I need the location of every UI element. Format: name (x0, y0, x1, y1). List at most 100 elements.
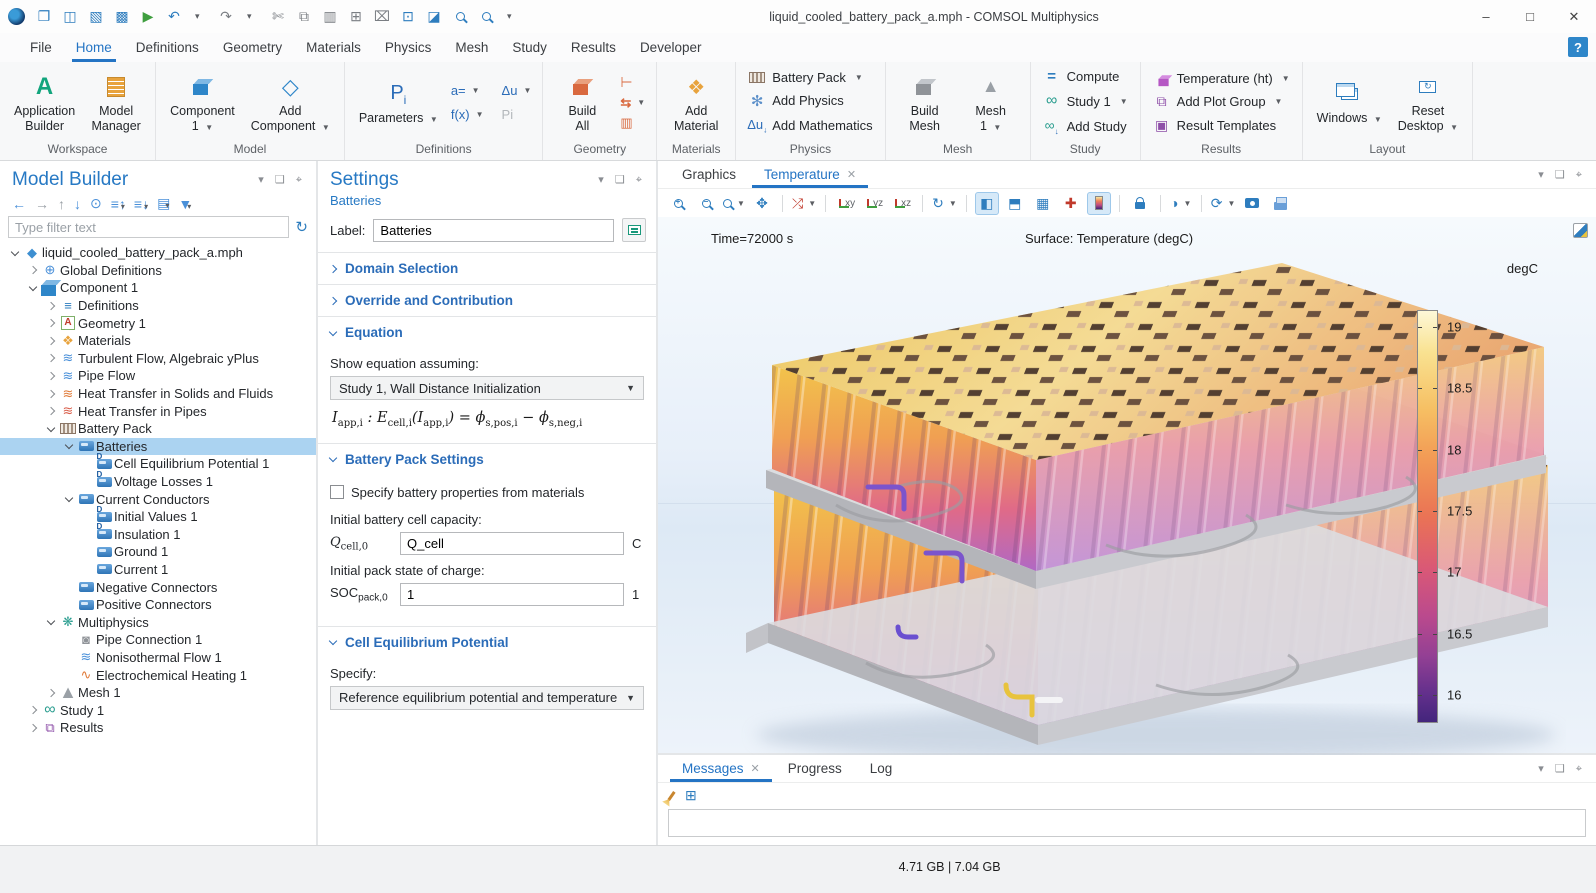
expander-closed[interactable] (26, 725, 40, 731)
find-button[interactable] (448, 5, 472, 29)
snapshot-camera-button[interactable] (1240, 192, 1264, 215)
zoom-in-button[interactable]: + (666, 192, 690, 215)
ribbon-small-a-eq[interactable]: a=▼ (448, 82, 487, 99)
show-eye-icon[interactable]: ⊙ (90, 195, 102, 212)
toolbar-overflow-button[interactable]: ▾ (500, 5, 524, 29)
tree-node-pipe-connection-1[interactable]: ◙Pipe Connection 1 (0, 631, 316, 649)
tree-node-pipe-flow[interactable]: ≋Pipe Flow (0, 367, 316, 385)
filter-icon[interactable]: ▼▾ (178, 196, 191, 212)
messages-output[interactable] (668, 809, 1586, 837)
copy-button[interactable]: ⧉ (292, 5, 316, 29)
menu-tab-developer[interactable]: Developer (628, 33, 714, 62)
messages-tab-progress[interactable]: Progress (774, 755, 856, 782)
expander-open[interactable] (44, 427, 58, 431)
ribbon-small-fx[interactable]: f(x)▼ (448, 106, 487, 123)
paste-button[interactable]: ▥ (318, 5, 342, 29)
expander-open[interactable] (44, 620, 58, 624)
messages-tab-messages[interactable]: Messages✕ (668, 755, 774, 782)
panel-window-icons[interactable]: ▾ ❑ ⌖ (258, 173, 306, 187)
menu-tab-definitions[interactable]: Definitions (124, 33, 211, 62)
ribbon-button-reset-desktop[interactable]: ↻ResetDesktop ▼ (1392, 67, 1464, 138)
panel-window-icons[interactable]: ▾ ❑ ⌖ (1538, 762, 1586, 776)
equation-assumption-dropdown[interactable]: Study 1, Wall Distance Initialization▼ (330, 376, 644, 400)
tree-node-liquid-cooled-battery-pack-a-mph[interactable]: ◆liquid_cooled_battery_pack_a.mph (0, 244, 316, 262)
tree-node-positive-connectors[interactable]: Positive Connectors (0, 596, 316, 614)
tree-node-materials[interactable]: ❖Materials (0, 332, 316, 350)
ribbon-small-geom-insert[interactable]: ⊢ (617, 73, 648, 92)
ribbon-button-build-all[interactable]: BuildAll (551, 67, 613, 137)
tree-node-electrochemical-heating-1[interactable]: ∿Electrochemical Heating 1 (0, 666, 316, 684)
tree-node-voltage-losses-1[interactable]: Voltage Losses 1 (0, 473, 316, 491)
ribbon-small-geom-fence[interactable]: ▥ (617, 114, 648, 132)
collapse-list-icon[interactable]: ≡↓▾ (134, 196, 148, 212)
ribbon-button-mesh-1[interactable]: ▲Mesh1 ▼ (960, 67, 1022, 138)
section-override[interactable]: Override and Contribution (318, 284, 656, 316)
close-button[interactable]: ✕ (1552, 2, 1596, 32)
soc-input[interactable] (400, 583, 624, 606)
tree-node-ground-1[interactable]: Ground 1 (0, 543, 316, 561)
plot-settings-icon[interactable] (1573, 223, 1588, 238)
tree-node-definitions[interactable]: ≡Definitions (0, 297, 316, 315)
messages-tab-log[interactable]: Log (856, 755, 907, 782)
expander-closed[interactable] (26, 267, 40, 273)
menu-tab-home[interactable]: Home (64, 33, 124, 62)
ribbon-button-study-1[interactable]: ∞Study 1▼ (1039, 90, 1132, 112)
expander-closed[interactable] (26, 707, 40, 713)
update-plot-button[interactable]: ⟳▼ (1210, 192, 1237, 215)
view-xz-button[interactable]: xz (890, 192, 914, 215)
zoom-extents-button[interactable]: ✥ (750, 192, 774, 215)
columns-icon[interactable]: ▤▾ (157, 195, 169, 212)
arrow-left-icon[interactable]: ← (12, 196, 26, 212)
clear-broom-icon[interactable] (667, 791, 675, 801)
minimize-button[interactable]: – (1464, 2, 1508, 32)
expander-closed[interactable] (44, 690, 58, 696)
duplicate-button[interactable]: ⊞ (344, 5, 368, 29)
close-tab-icon[interactable]: ✕ (751, 762, 760, 775)
expander-open[interactable] (8, 251, 22, 255)
orientation-axes-button[interactable]: ✚ (1059, 192, 1083, 215)
search-doc-button[interactable] (474, 5, 498, 29)
transparency-button[interactable]: ◧ (975, 192, 999, 215)
expander-closed[interactable] (44, 373, 58, 379)
zoom-out-button[interactable]: − (694, 192, 718, 215)
specify-from-materials-checkbox[interactable] (330, 485, 344, 499)
tree-node-insulation-1[interactable]: Insulation 1 (0, 526, 316, 544)
save-file-button[interactable]: ▧ (84, 5, 108, 29)
select-frame-button[interactable]: ⊡ (396, 5, 420, 29)
section-equation[interactable]: Equation (318, 316, 656, 348)
tree-node-mesh-1[interactable]: ▲Mesh 1 (0, 684, 316, 702)
menu-tab-physics[interactable]: Physics (373, 33, 444, 62)
tree-node-component-1[interactable]: Component 1 (0, 279, 316, 297)
expander-closed[interactable] (44, 338, 58, 344)
expander-closed[interactable] (44, 391, 58, 397)
cut-button[interactable]: ✄ (266, 5, 290, 29)
lock-button[interactable] (1128, 192, 1152, 215)
tree-node-battery-pack[interactable]: Battery Pack (0, 420, 316, 438)
section-cell-equilibrium-potential[interactable]: Cell Equilibrium Potential (318, 626, 656, 658)
ribbon-button-temperature-ht-[interactable]: Temperature (ht)▼ (1149, 69, 1294, 88)
clear-selection-button[interactable]: ◪ (422, 5, 446, 29)
ribbon-button-add-physics[interactable]: ✻Add Physics (744, 90, 876, 112)
run-button[interactable]: ▶ (136, 5, 160, 29)
tree-node-current-1[interactable]: Current 1 (0, 561, 316, 579)
label-input[interactable] (373, 219, 614, 242)
print-button[interactable] (1268, 192, 1292, 215)
tree-node-turbulent-flow-algebraic-yplus[interactable]: ≋Turbulent Flow, Algebraic yPlus (0, 350, 316, 368)
expander-open[interactable] (62, 444, 76, 448)
open-file-button[interactable]: ◫ (58, 5, 82, 29)
view-yz-button[interactable]: yz (862, 192, 886, 215)
menu-tab-study[interactable]: Study (500, 33, 559, 62)
view-xy-button[interactable]: xy (834, 192, 858, 215)
specify-dropdown[interactable]: Reference equilibrium potential and temp… (330, 686, 644, 710)
default-view-button[interactable]: ⤮▼ (791, 192, 817, 215)
grid-button[interactable]: ▦ (1031, 192, 1055, 215)
expander-closed[interactable] (44, 355, 58, 361)
ribbon-button-add-study[interactable]: ∞↓Add Study (1039, 115, 1132, 138)
filter-input[interactable] (8, 216, 289, 238)
expander-open[interactable] (62, 497, 76, 501)
arrow-right-icon[interactable]: → (35, 196, 49, 212)
tree-node-heat-transfer-in-pipes[interactable]: ≋Heat Transfer in Pipes (0, 402, 316, 420)
zoom-box-button[interactable]: ▼ (722, 192, 746, 215)
tree-node-negative-connectors[interactable]: Negative Connectors (0, 578, 316, 596)
ribbon-button-add-material[interactable]: ❖AddMaterial (665, 67, 727, 137)
